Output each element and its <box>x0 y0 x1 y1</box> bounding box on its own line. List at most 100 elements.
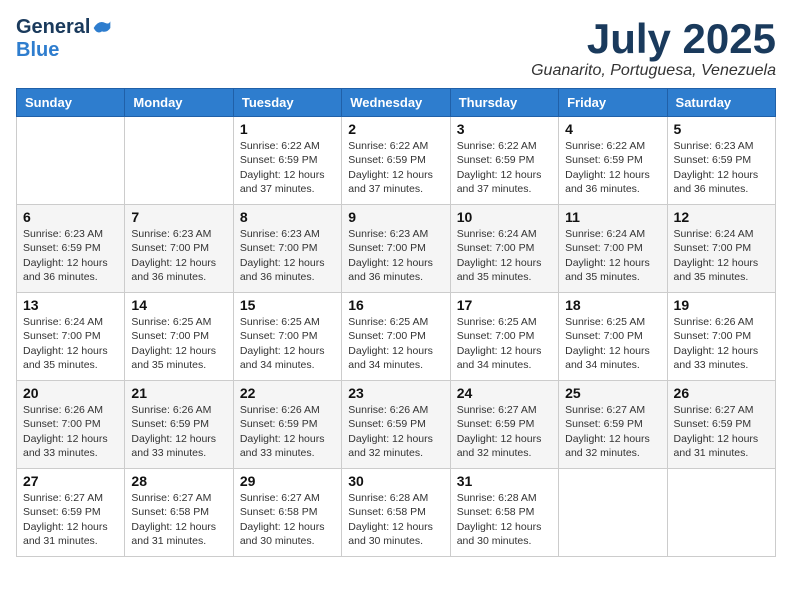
day-info: Sunrise: 6:22 AM Sunset: 6:59 PM Dayligh… <box>457 139 552 196</box>
day-info: Sunrise: 6:27 AM Sunset: 6:59 PM Dayligh… <box>457 403 552 460</box>
day-number: 26 <box>674 385 769 401</box>
day-info: Sunrise: 6:24 AM Sunset: 7:00 PM Dayligh… <box>457 227 552 284</box>
weekday-header: Monday <box>125 89 233 117</box>
day-info: Sunrise: 6:26 AM Sunset: 7:00 PM Dayligh… <box>674 315 769 372</box>
calendar-cell: 18Sunrise: 6:25 AM Sunset: 7:00 PM Dayli… <box>559 293 667 381</box>
calendar-cell: 28Sunrise: 6:27 AM Sunset: 6:58 PM Dayli… <box>125 469 233 557</box>
day-info: Sunrise: 6:28 AM Sunset: 6:58 PM Dayligh… <box>457 491 552 548</box>
day-number: 10 <box>457 209 552 225</box>
day-number: 29 <box>240 473 335 489</box>
calendar-cell: 10 Sunrise: 6:24 AM Sunset: 7:00 PM Dayli… <box>450 205 558 293</box>
logo-icon <box>92 18 112 38</box>
day-info: Sunrise: 6:22 AM Sunset: 6:59 PM Dayligh… <box>348 139 443 196</box>
day-info: Sunrise: 6:27 AM Sunset: 6:59 PM Dayligh… <box>23 491 118 548</box>
day-info: Sunrise: 6:23 AM Sunset: 6:59 PM Dayligh… <box>23 227 118 284</box>
day-number: 2 <box>348 121 443 137</box>
calendar-cell: 20 Sunrise: 6:26 AM Sunset: 7:00 PM Dayli… <box>17 381 125 469</box>
month-title: July 2025 <box>531 16 776 62</box>
weekday-header-row: SundayMondayTuesdayWednesdayThursdayFrid… <box>17 89 776 117</box>
day-number: 31 <box>457 473 552 489</box>
calendar-cell: 21Sunrise: 6:26 AM Sunset: 6:59 PM Dayli… <box>125 381 233 469</box>
calendar-cell: 30 Sunrise: 6:28 AM Sunset: 6:58 PM Dayli… <box>342 469 450 557</box>
calendar-week-row: 27 Sunrise: 6:27 AM Sunset: 6:59 PM Dayli… <box>17 469 776 557</box>
calendar-cell: 4 Sunrise: 6:22 AM Sunset: 6:59 PM Daylig… <box>559 117 667 205</box>
day-number: 30 <box>348 473 443 489</box>
day-info: Sunrise: 6:24 AM Sunset: 7:00 PM Dayligh… <box>674 227 769 284</box>
day-number: 12 <box>674 209 769 225</box>
calendar-cell: 19Sunrise: 6:26 AM Sunset: 7:00 PM Dayli… <box>667 293 775 381</box>
day-info: Sunrise: 6:27 AM Sunset: 6:58 PM Dayligh… <box>240 491 335 548</box>
day-number: 11 <box>565 209 660 225</box>
title-block: July 2025 Guanarito, Portuguesa, Venezue… <box>531 16 776 80</box>
day-info: Sunrise: 6:27 AM Sunset: 6:59 PM Dayligh… <box>565 403 660 460</box>
weekday-header: Friday <box>559 89 667 117</box>
day-number: 17 <box>457 297 552 313</box>
calendar-cell <box>667 469 775 557</box>
calendar-cell: 12 Sunrise: 6:24 AM Sunset: 7:00 PM Dayli… <box>667 205 775 293</box>
calendar-cell: 26 Sunrise: 6:27 AM Sunset: 6:59 PM Dayli… <box>667 381 775 469</box>
day-number: 4 <box>565 121 660 137</box>
day-number: 24 <box>457 385 552 401</box>
day-number: 23 <box>348 385 443 401</box>
day-number: 1 <box>240 121 335 137</box>
day-info: Sunrise: 6:25 AM Sunset: 7:00 PM Dayligh… <box>565 315 660 372</box>
calendar-table: SundayMondayTuesdayWednesdayThursdayFrid… <box>16 88 776 557</box>
day-info: Sunrise: 6:27 AM Sunset: 6:59 PM Dayligh… <box>674 403 769 460</box>
day-info: Sunrise: 6:23 AM Sunset: 7:00 PM Dayligh… <box>348 227 443 284</box>
calendar-cell <box>17 117 125 205</box>
calendar-cell <box>559 469 667 557</box>
calendar-cell: 13Sunrise: 6:24 AM Sunset: 7:00 PM Dayli… <box>17 293 125 381</box>
day-number: 15 <box>240 297 335 313</box>
calendar-cell: 3 Sunrise: 6:22 AM Sunset: 6:59 PM Daylig… <box>450 117 558 205</box>
day-number: 21 <box>131 385 226 401</box>
day-info: Sunrise: 6:26 AM Sunset: 6:59 PM Dayligh… <box>240 403 335 460</box>
calendar-week-row: 13Sunrise: 6:24 AM Sunset: 7:00 PM Dayli… <box>17 293 776 381</box>
day-info: Sunrise: 6:25 AM Sunset: 7:00 PM Dayligh… <box>131 315 226 372</box>
calendar-cell: 5Sunrise: 6:23 AM Sunset: 6:59 PM Daylig… <box>667 117 775 205</box>
day-info: Sunrise: 6:26 AM Sunset: 6:59 PM Dayligh… <box>348 403 443 460</box>
weekday-header: Sunday <box>17 89 125 117</box>
day-number: 13 <box>23 297 118 313</box>
logo: General Blue <box>16 16 112 62</box>
day-info: Sunrise: 6:25 AM Sunset: 7:00 PM Dayligh… <box>457 315 552 372</box>
calendar-cell: 11Sunrise: 6:24 AM Sunset: 7:00 PM Dayli… <box>559 205 667 293</box>
day-number: 14 <box>131 297 226 313</box>
day-info: Sunrise: 6:25 AM Sunset: 7:00 PM Dayligh… <box>240 315 335 372</box>
calendar-cell: 2 Sunrise: 6:22 AM Sunset: 6:59 PM Daylig… <box>342 117 450 205</box>
calendar-cell: 9 Sunrise: 6:23 AM Sunset: 7:00 PM Daylig… <box>342 205 450 293</box>
calendar-cell: 24 Sunrise: 6:27 AM Sunset: 6:59 PM Dayli… <box>450 381 558 469</box>
calendar-cell: 14 Sunrise: 6:25 AM Sunset: 7:00 PM Dayli… <box>125 293 233 381</box>
day-info: Sunrise: 6:23 AM Sunset: 7:00 PM Dayligh… <box>240 227 335 284</box>
calendar-cell: 8 Sunrise: 6:23 AM Sunset: 7:00 PM Daylig… <box>233 205 341 293</box>
day-info: Sunrise: 6:25 AM Sunset: 7:00 PM Dayligh… <box>348 315 443 372</box>
calendar-cell: 25 Sunrise: 6:27 AM Sunset: 6:59 PM Dayli… <box>559 381 667 469</box>
calendar-week-row: 6 Sunrise: 6:23 AM Sunset: 6:59 PM Daylig… <box>17 205 776 293</box>
calendar-cell: 15 Sunrise: 6:25 AM Sunset: 7:00 PM Dayli… <box>233 293 341 381</box>
weekday-header: Wednesday <box>342 89 450 117</box>
day-number: 6 <box>23 209 118 225</box>
logo-general: General <box>16 16 90 39</box>
day-number: 20 <box>23 385 118 401</box>
day-number: 8 <box>240 209 335 225</box>
weekday-header: Thursday <box>450 89 558 117</box>
calendar-cell: 29 Sunrise: 6:27 AM Sunset: 6:58 PM Dayli… <box>233 469 341 557</box>
location-subtitle: Guanarito, Portuguesa, Venezuela <box>531 62 776 80</box>
day-info: Sunrise: 6:28 AM Sunset: 6:58 PM Dayligh… <box>348 491 443 548</box>
calendar-week-row: 1 Sunrise: 6:22 AM Sunset: 6:59 PM Daylig… <box>17 117 776 205</box>
day-number: 3 <box>457 121 552 137</box>
calendar-cell: 31 Sunrise: 6:28 AM Sunset: 6:58 PM Dayli… <box>450 469 558 557</box>
day-number: 5 <box>674 121 769 137</box>
day-info: Sunrise: 6:26 AM Sunset: 7:00 PM Dayligh… <box>23 403 118 460</box>
day-info: Sunrise: 6:23 AM Sunset: 7:00 PM Dayligh… <box>131 227 226 284</box>
day-info: Sunrise: 6:27 AM Sunset: 6:58 PM Dayligh… <box>131 491 226 548</box>
calendar-cell: 16Sunrise: 6:25 AM Sunset: 7:00 PM Dayli… <box>342 293 450 381</box>
day-info: Sunrise: 6:22 AM Sunset: 6:59 PM Dayligh… <box>565 139 660 196</box>
calendar-cell: 6 Sunrise: 6:23 AM Sunset: 6:59 PM Daylig… <box>17 205 125 293</box>
day-info: Sunrise: 6:22 AM Sunset: 6:59 PM Dayligh… <box>240 139 335 196</box>
day-number: 9 <box>348 209 443 225</box>
weekday-header: Tuesday <box>233 89 341 117</box>
page-header: General Blue July 2025 Guanarito, Portug… <box>16 16 776 80</box>
day-number: 27 <box>23 473 118 489</box>
calendar-cell: 23 Sunrise: 6:26 AM Sunset: 6:59 PM Dayli… <box>342 381 450 469</box>
day-number: 25 <box>565 385 660 401</box>
